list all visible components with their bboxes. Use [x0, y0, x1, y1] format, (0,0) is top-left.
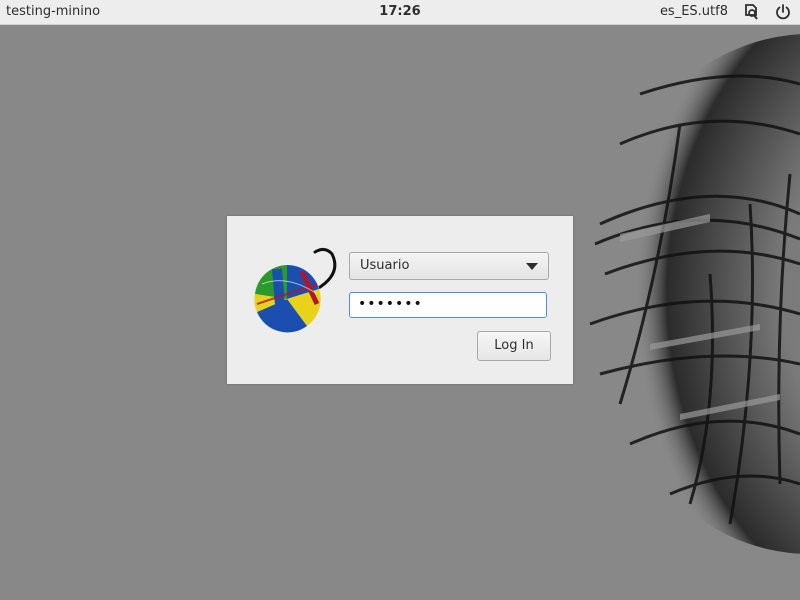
language-selector[interactable]: es_ES.utf8	[660, 4, 728, 19]
user-dropdown[interactable]: Usuario	[349, 252, 549, 280]
password-field[interactable]: •••••••	[349, 292, 547, 318]
top-panel: testing-minino 17:26 es_ES.utf8	[0, 0, 800, 25]
accessibility-icon[interactable]	[742, 3, 760, 21]
password-mask: •••••••	[358, 296, 423, 312]
login-button[interactable]: Log In	[477, 331, 551, 361]
login-dialog: Usuario ••••••• Log In	[227, 216, 573, 384]
chevron-down-icon	[526, 263, 538, 270]
minino-logo	[253, 247, 337, 333]
power-icon[interactable]	[774, 3, 792, 21]
selected-user: Usuario	[360, 258, 410, 273]
wallpaper-yarn-ball	[589, 34, 800, 554]
